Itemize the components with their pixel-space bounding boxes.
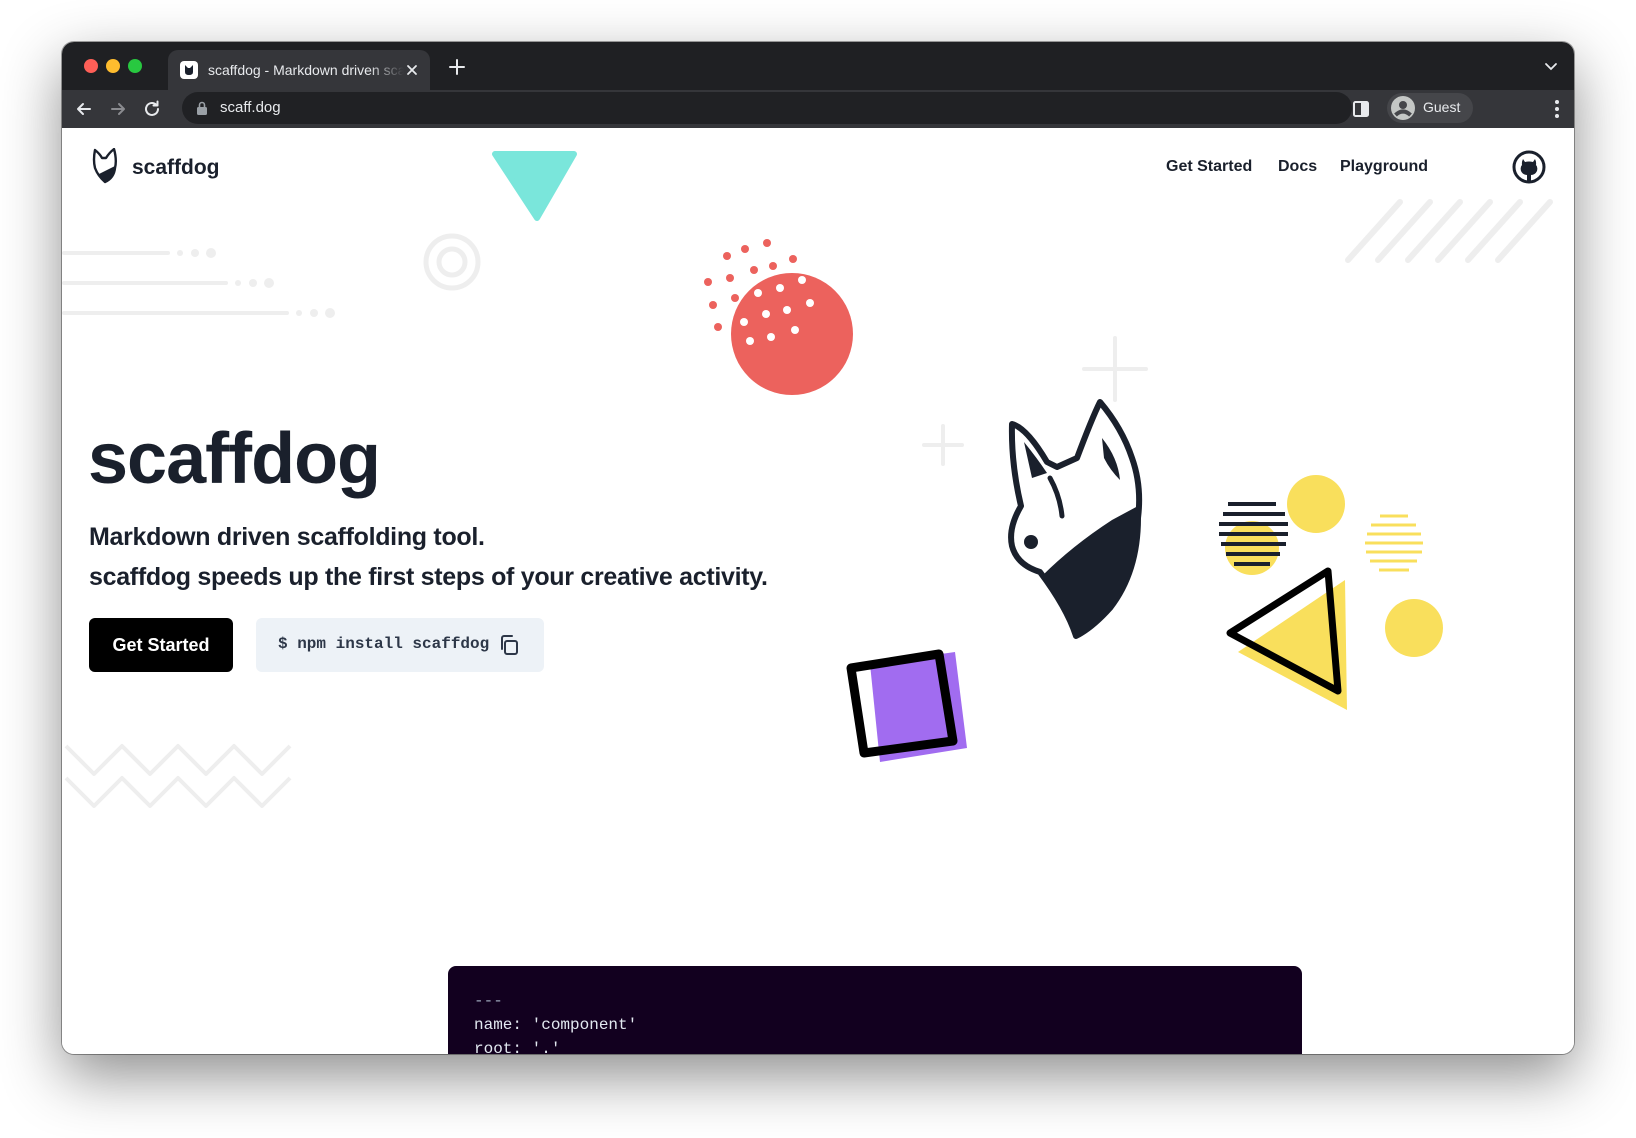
copy-icon[interactable]: [498, 634, 520, 656]
favicon-icon: [180, 61, 198, 79]
close-window-button[interactable]: [84, 59, 98, 73]
url-text: scaff.dog: [220, 99, 281, 116]
code-line: root: '.': [474, 1040, 561, 1054]
forward-arrow-icon[interactable]: [108, 99, 128, 119]
install-command-text: $ npm install scaffdog: [278, 635, 490, 653]
hero-tagline: Markdown driven scaffolding tool.: [89, 523, 485, 551]
browser-toolbar: scaff.dog Guest: [62, 90, 1574, 128]
maximize-window-button[interactable]: [128, 59, 142, 73]
github-icon[interactable]: [1512, 150, 1546, 184]
nav-docs-link[interactable]: Docs: [1278, 158, 1317, 176]
minimize-window-button[interactable]: [106, 59, 120, 73]
code-line: ---: [474, 992, 503, 1010]
new-tab-icon[interactable]: [448, 58, 466, 76]
page-viewport: scaffdog Get Started Docs Playground sca…: [62, 128, 1574, 1054]
nav-playground-link[interactable]: Playground: [1340, 158, 1428, 176]
plus-decoration: [922, 336, 1148, 466]
hero-description: scaffdog speeds up the first steps of yo…: [89, 563, 768, 591]
lock-icon: [197, 101, 207, 115]
site-brand-name[interactable]: scaffdog: [132, 156, 220, 180]
install-command-box: $ npm install scaffdog: [256, 618, 544, 672]
hero-title: scaffdog: [88, 419, 381, 499]
browser-window: scaffdog - Markdown driven scaffolding t…: [62, 42, 1574, 1054]
avatar-icon: [1391, 96, 1415, 120]
zigzag-decoration: [64, 744, 292, 808]
speed-lines-decoration: [62, 251, 289, 315]
scaffdog-mascot-illustration: [1008, 399, 1143, 639]
nav-get-started-link[interactable]: Get Started: [1166, 158, 1252, 176]
get-started-button[interactable]: Get Started: [89, 618, 233, 672]
back-arrow-icon[interactable]: [74, 99, 94, 119]
purple-square-shape: [846, 649, 967, 762]
code-line: name: 'component': [474, 1016, 638, 1034]
chevron-down-icon[interactable]: [1544, 60, 1558, 74]
reload-icon[interactable]: [142, 99, 162, 119]
tab-title: scaffdog - Markdown driven scaffolding t…: [208, 62, 404, 78]
yellow-shapes-group: [1219, 475, 1443, 710]
more-options-icon[interactable]: [1554, 99, 1560, 119]
browser-tab[interactable]: scaffdog - Markdown driven scaffolding t…: [168, 50, 430, 90]
side-panel-icon[interactable]: [1352, 100, 1370, 118]
target-rings-decoration: [423, 233, 481, 291]
address-bar[interactable]: scaff.dog: [182, 92, 1352, 124]
scaffdog-logo-icon[interactable]: [90, 148, 120, 184]
teal-triangle-shape: [492, 151, 577, 221]
profile-name: Guest: [1423, 99, 1461, 115]
coral-circle-shape: [704, 239, 853, 395]
diagonal-stripes-decoration: [1345, 199, 1553, 263]
profile-button[interactable]: Guest: [1387, 93, 1473, 123]
tab-strip: scaffdog - Markdown driven scaffolding t…: [62, 42, 1574, 90]
close-tab-icon[interactable]: [404, 62, 420, 78]
code-preview-panel: --- name: 'component' root: '.': [448, 966, 1302, 1054]
